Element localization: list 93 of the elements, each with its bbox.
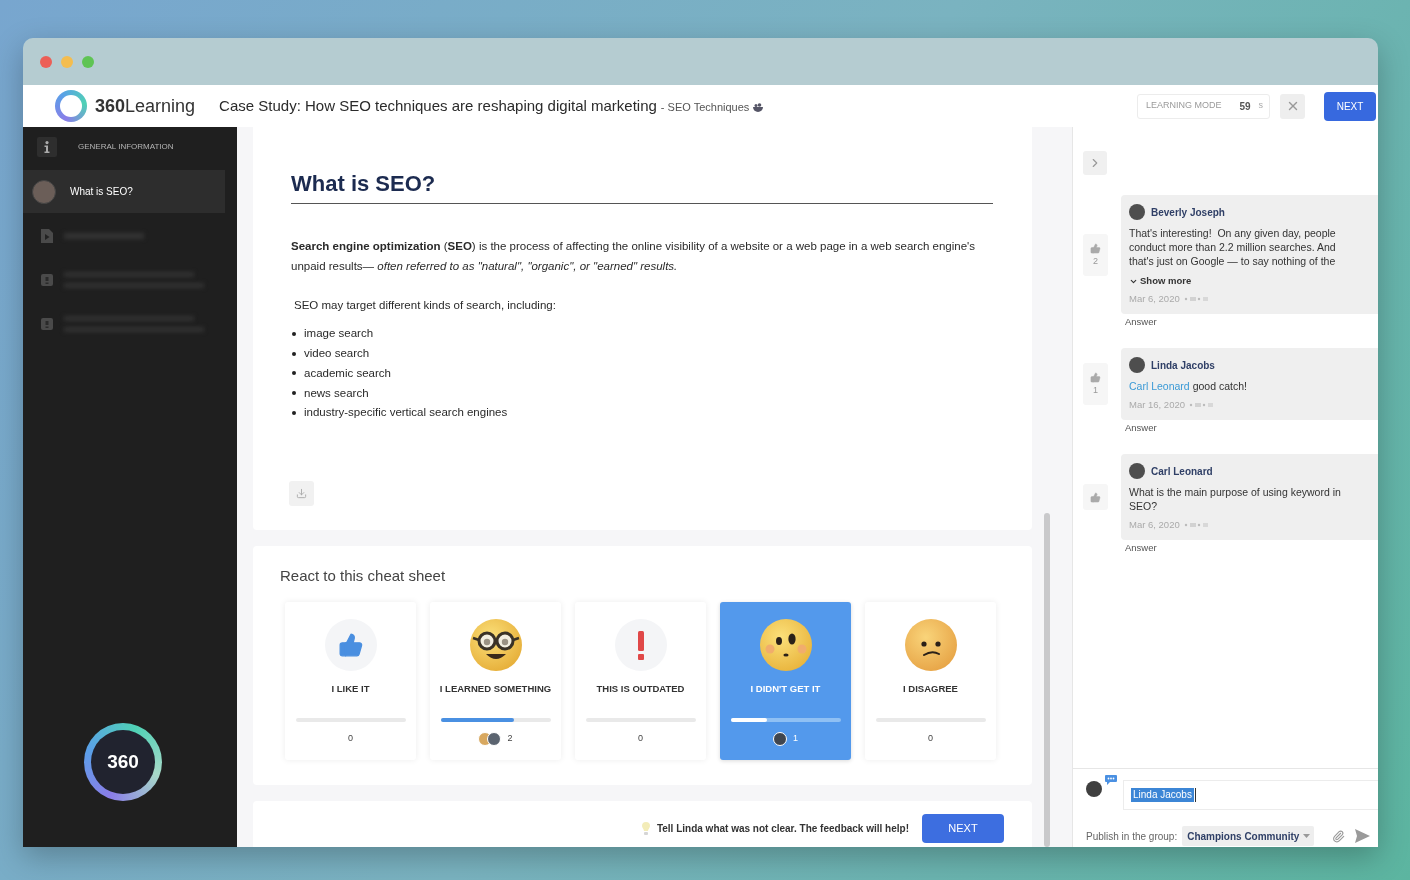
avatar-icon [32,179,56,204]
download-button[interactable] [289,481,314,506]
sidebar-item[interactable]: What is SEO? [23,170,225,213]
close-button[interactable] [1280,93,1305,119]
thumbs-up-icon [1090,491,1101,503]
avatar-icon [1129,357,1145,373]
info-icon [37,137,57,157]
next-button[interactable]: NEXT [922,814,1004,843]
frowning-face-icon [904,619,957,671]
logo-ring-icon [55,90,87,122]
comment-date: Mar 6, 2020 [1129,291,1180,306]
logo-badge: 360 [84,723,162,801]
course-title: Case Study: How SEO techniques are reshaping digital marketing [219,95,657,116]
comment-author: Carl Leonard [1151,464,1213,479]
group-dropdown[interactable]: Champions Community [1182,826,1315,846]
caret-down-icon [1303,834,1311,838]
timer-unit: s [1258,99,1263,113]
exclamation-icon [614,619,667,671]
reaction-label: I DIDN'T GET IT [750,683,821,695]
bullet-icon [292,371,296,376]
bullet-icon [292,331,296,336]
reaction-count: 2 [507,732,513,746]
answer-link[interactable]: Answer [1125,316,1157,328]
quiz-icon [41,318,53,330]
show-more-link[interactable]: Show more [1129,275,1192,287]
puzzled-face-icon [759,619,812,671]
bowl-icon [753,102,764,112]
comment-text: That's interesting! On any given day, people conduct more than 2.2 million searches. And that's just on Google — to say nothing of the [1129,226,1337,268]
reaction-label: I LEARNED SOMETHING [439,683,552,695]
send-icon [1355,829,1370,843]
publish-label: Publish in the group: [1086,829,1178,844]
document-icon [41,228,53,243]
comment-author: Beverly Joseph [1151,205,1225,220]
thumbs-up-icon [1090,242,1101,254]
answer-link[interactable]: Answer [1125,542,1157,554]
blurred-meta-icon [1183,296,1208,302]
nerd-face-icon [469,619,522,671]
bullet-icon [292,351,296,356]
next-button[interactable]: NEXT [1324,91,1376,121]
like-button[interactable] [1083,484,1108,510]
list-intro: SEO may target different kinds of search, including: [294,298,557,313]
answer-link[interactable]: Answer [1125,422,1157,434]
comment-date: Mar 16, 2020 [1129,397,1185,412]
list-item: academic search [304,365,391,381]
attach-button[interactable] [1332,829,1345,843]
timer-value: 59 [1239,99,1251,114]
list-item: image search [304,326,374,342]
send-button[interactable] [1355,829,1370,843]
logo-text: 360Learning [95,94,196,118]
reaction-label: I LIKE IT [331,683,370,695]
download-icon [296,488,307,499]
reaction-count: 0 [348,732,353,746]
reaction-count: 1 [793,732,798,746]
lightbulb-icon [641,822,650,835]
list-item: news search [304,385,369,401]
reaction-label: THIS IS OUTDATED [596,683,685,695]
scrollbar-thumb[interactable] [1044,513,1050,847]
bullet-icon [292,391,296,396]
avatar-icon [1086,781,1102,797]
paperclip-icon [1332,829,1345,843]
window-zoom-icon[interactable] [82,55,94,68]
course-subtitle: - SEO Techniques [660,99,750,115]
feedback-hint: Tell Linda what was not clear. The feedback will help! [656,822,909,836]
timer-label: LEARNING MODE [1146,99,1222,113]
avatar-icon [1129,204,1145,220]
reaction-card[interactable]: I LEARNED SOMETHING 2 [430,602,561,760]
bullet-icon [292,410,296,415]
sidebar-section[interactable]: GENERAL INFORMATION [23,127,237,167]
reaction-card[interactable]: THIS IS OUTDATED 0 [575,602,706,760]
comment-input[interactable]: Linda Jacobs [1123,780,1378,810]
comment-date: Mar 6, 2020 [1129,517,1180,532]
window-minimize-icon[interactable] [61,55,73,68]
reaction-count: 0 [928,732,933,746]
thumbs-up-icon [1090,372,1101,383]
reaction-count: 0 [638,732,643,746]
article-paragraph: Search engine optimization (SEO) is the process of affecting the online visibility of a website or a web page in a web search engine's unpaid results— often referred to as "natural", "organic", or "earned" results. [291,239,977,274]
quiz-icon [41,274,53,286]
article-heading: What is SEO? [291,170,993,204]
comment-author: Linda Jacobs [1151,358,1215,373]
collapse-button[interactable] [1083,151,1107,175]
blurred-meta-icon [1189,402,1213,408]
avatar-icon [1129,463,1145,479]
reaction-label: I DISAGREE [903,683,958,695]
reaction-card[interactable]: I LIKE IT 0 [285,602,416,760]
window-close-icon[interactable] [40,55,52,68]
comment-text: What is the main purpose of using keyword in SEO? [1129,485,1342,513]
comment-text: Carl Leonard good catch! [1129,379,1248,393]
reaction-card[interactable]: I DISAGREE 0 [865,602,996,760]
list-item: video search [304,346,370,361]
list-item: industry-specific vertical search engines [304,405,508,421]
blurred-meta-icon [1183,522,1208,528]
chat-bubble-icon [1105,775,1117,785]
reactions-title: React to this cheat sheet [280,566,446,586]
